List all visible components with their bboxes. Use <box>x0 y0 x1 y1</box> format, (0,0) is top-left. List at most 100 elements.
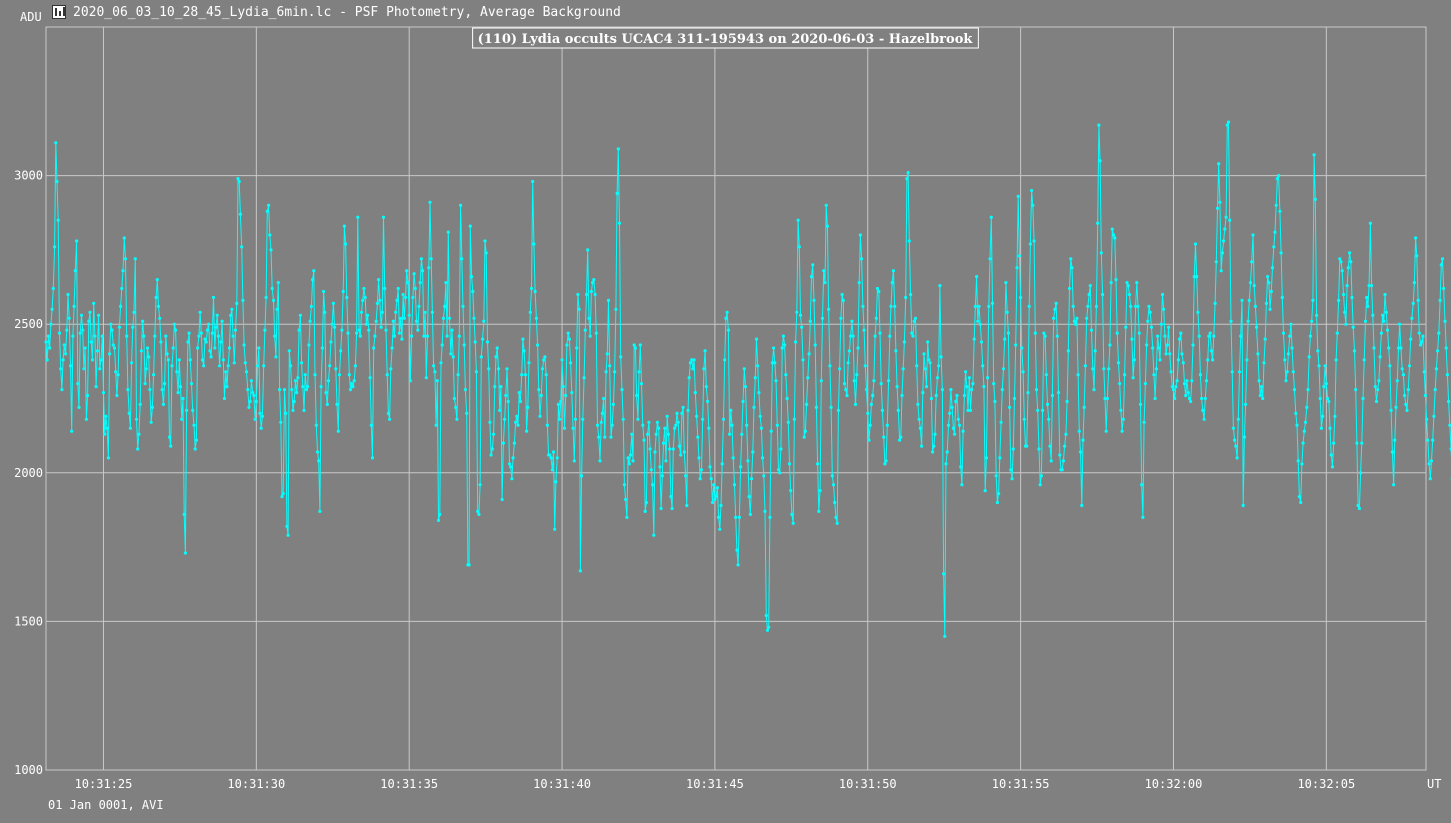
data-point <box>1422 370 1426 374</box>
data-point <box>1444 346 1448 350</box>
data-point <box>1257 379 1261 383</box>
data-point <box>412 272 416 276</box>
data-point <box>554 480 558 484</box>
data-point <box>422 334 426 338</box>
data-point <box>1300 462 1304 466</box>
data-point <box>1404 402 1408 406</box>
data-point <box>249 379 253 383</box>
data-point <box>747 495 751 499</box>
data-point <box>1171 388 1176 392</box>
data-point <box>328 364 332 368</box>
data-point <box>1054 301 1058 305</box>
data-point <box>643 509 647 513</box>
data-point <box>800 325 804 329</box>
data-point <box>724 316 728 320</box>
data-point <box>1348 251 1352 255</box>
data-point <box>221 358 225 362</box>
data-point <box>75 239 79 243</box>
data-point <box>718 527 722 531</box>
data-point <box>1409 337 1413 341</box>
data-point <box>1417 331 1421 335</box>
data-point <box>762 474 766 478</box>
data-point <box>1217 162 1221 166</box>
data-point <box>975 275 979 279</box>
data-point <box>839 316 843 320</box>
data-point <box>226 364 230 368</box>
data-point <box>1259 385 1264 389</box>
data-point <box>1037 447 1041 451</box>
data-point <box>167 435 172 439</box>
data-point <box>1218 200 1222 204</box>
data-point <box>736 563 740 567</box>
data-point <box>668 447 672 451</box>
data-point <box>967 376 971 380</box>
data-point <box>1255 325 1259 329</box>
data-point <box>1365 295 1369 300</box>
data-point <box>874 316 878 320</box>
data-point <box>714 495 718 499</box>
data-point <box>559 399 563 404</box>
data-point <box>290 388 294 392</box>
data-point <box>691 367 695 371</box>
data-point <box>621 417 625 421</box>
data-point <box>1004 281 1008 285</box>
data-point <box>657 426 661 430</box>
data-point <box>866 411 870 415</box>
data-point <box>450 328 454 332</box>
data-point <box>122 236 126 240</box>
data-point <box>616 147 620 151</box>
data-point <box>70 429 74 433</box>
data-point <box>1258 393 1262 398</box>
data-point <box>1338 257 1342 261</box>
data-point <box>1440 257 1445 261</box>
data-point <box>1124 325 1128 329</box>
data-point <box>1120 429 1124 433</box>
data-point <box>1420 340 1424 344</box>
data-point <box>635 393 639 398</box>
data-point <box>71 334 75 338</box>
data-point <box>390 346 394 350</box>
data-point <box>262 364 266 368</box>
data-point <box>526 405 530 409</box>
data-point <box>145 346 150 350</box>
data-point <box>158 316 162 320</box>
data-point <box>46 334 51 338</box>
data-point <box>998 456 1002 460</box>
data-point <box>141 319 145 323</box>
data-point <box>608 364 612 368</box>
data-point <box>1312 153 1316 157</box>
data-point <box>786 420 790 424</box>
data-point <box>971 382 975 386</box>
data-point <box>110 328 114 332</box>
data-point <box>847 349 852 353</box>
data-point <box>1184 393 1188 398</box>
data-point <box>1406 388 1410 392</box>
data-point <box>708 465 712 469</box>
data-point <box>1065 399 1069 404</box>
data-point <box>856 346 860 350</box>
data-point <box>811 263 815 267</box>
data-point <box>1211 358 1215 362</box>
data-point <box>649 468 653 472</box>
data-point <box>745 423 749 427</box>
data-point <box>1067 286 1072 291</box>
data-point <box>868 423 872 427</box>
data-point <box>303 373 307 377</box>
data-point <box>473 340 477 344</box>
light-curve-chart[interactable]: 10001500200025003000 10:31:25 10:31:30 10:… <box>0 0 1451 823</box>
data-point <box>586 248 590 252</box>
data-point <box>204 340 208 344</box>
data-point <box>49 322 53 326</box>
data-point <box>1116 361 1121 365</box>
data-point <box>637 370 641 374</box>
data-point <box>1022 417 1026 421</box>
data-point <box>537 388 541 392</box>
data-point <box>884 459 888 463</box>
data-point <box>964 370 968 374</box>
data-point <box>545 423 550 427</box>
data-point <box>492 432 496 436</box>
data-point <box>214 325 218 329</box>
data-point <box>1229 319 1233 323</box>
data-point <box>666 432 671 436</box>
data-point <box>1165 343 1169 347</box>
